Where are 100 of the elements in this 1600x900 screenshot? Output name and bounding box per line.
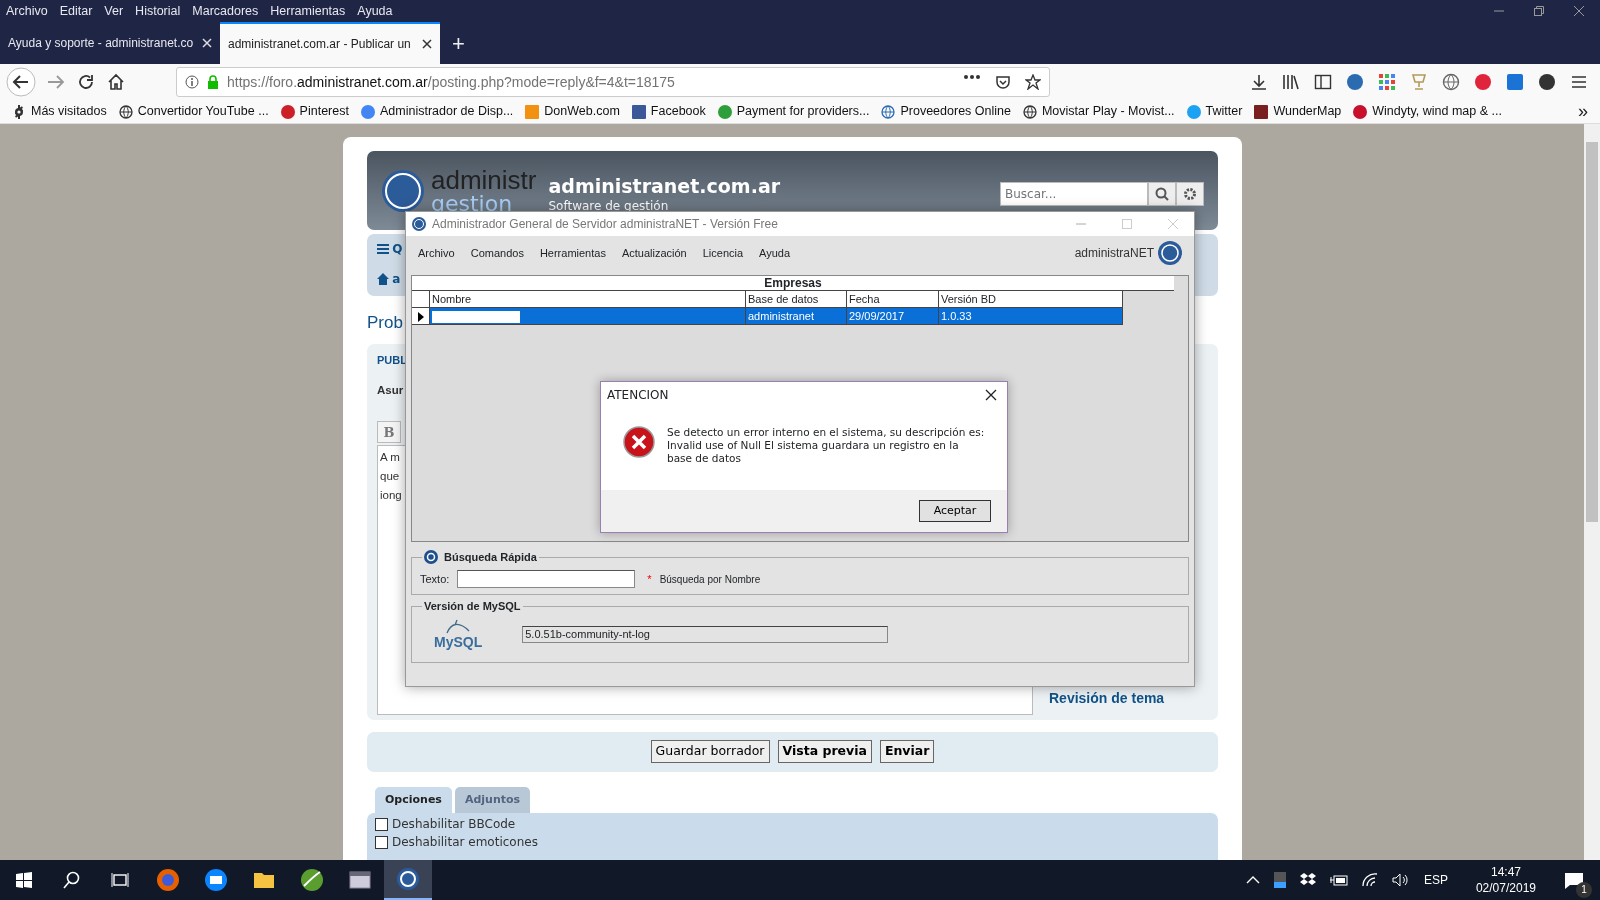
form-button[interactable]: Enviar [879,740,935,763]
bookmark[interactable]: Movistar Play - Movist... [1022,102,1175,121]
url-text: https://foro.administranet.com.ar/posting.php?mode=reply&f=4&t=18175 [227,72,675,92]
bookmark[interactable]: Twitter [1186,102,1243,121]
grid-icon[interactable] [1378,73,1396,91]
bookmark[interactable]: Payment for providers... [717,102,870,121]
back-icon[interactable] [6,67,36,97]
bookmark[interactable]: Más visitados [12,102,107,121]
clock-date[interactable]: 02/07/2019 [1475,880,1536,896]
browser-tab[interactable]: Ayuda y soporte - administranet.co [0,22,220,64]
mysql-logo-text: MySQL [434,635,483,649]
windows-icon [16,872,32,888]
circle-icon[interactable] [1346,73,1364,91]
pocket-icon[interactable] [995,74,1011,90]
globe-icon[interactable] [1442,73,1460,91]
required-mark: * [647,571,652,587]
menu-item[interactable]: Editar [59,1,93,21]
menu-icon[interactable] [1570,73,1588,91]
dropbox-icon[interactable] [1299,873,1316,887]
scrollbar[interactable] [1584,124,1600,862]
bookmark[interactable]: DonWeb.com [525,102,620,121]
browser-tab[interactable]: administranet.com.ar - Publicar un [220,22,440,64]
bookmark[interactable]: Pinterest [280,102,349,121]
accept-button[interactable]: Aceptar [919,500,991,522]
search-field[interactable]: Buscar... [1000,182,1148,206]
circle-icon[interactable] [1538,73,1556,91]
more-icon[interactable] [963,74,981,80]
bookmark[interactable]: Convertidor YouTube ... [118,102,269,121]
menu-item[interactable]: Ver [104,1,124,21]
info-icon[interactable] [185,75,199,89]
breadcrumb-link[interactable]: a [392,270,401,288]
logo-text: administr [431,166,537,193]
speaker-icon[interactable] [1391,873,1410,887]
bookmark[interactable]: Facebook [631,102,706,121]
checkbox[interactable] [375,835,388,849]
menu-item[interactable]: Herramientas [539,244,606,262]
form-button[interactable]: Vista previa [777,740,872,763]
battery-icon[interactable] [1329,874,1348,886]
task-view-icon [111,872,129,888]
taskbar-app[interactable] [384,860,432,900]
search-icon [424,550,438,564]
menu-item[interactable]: Archivo [6,1,48,21]
menu-item[interactable]: Historial [135,1,181,21]
column-header[interactable]: Nombre [430,291,746,308]
clock-time[interactable]: 14:47 [1475,864,1536,880]
restore-icon[interactable] [1534,6,1544,16]
search-button[interactable] [1148,182,1176,206]
envelope-icon [204,868,228,892]
nav-link[interactable]: Q [392,240,403,258]
menu-item[interactable]: Archivo [418,244,455,262]
grid-title: Empresas [412,276,1174,291]
group-title: Búsqueda Rápida [444,550,537,564]
download-icon[interactable] [1250,73,1268,91]
form-button[interactable]: Guardar borrador [650,740,770,763]
star-icon[interactable] [1025,74,1041,90]
menu-item[interactable]: Herramientas [270,1,346,21]
dialog-title: ATENCION [607,387,669,404]
sidebar-icon[interactable] [1314,73,1332,91]
bookmark[interactable]: Administrador de Disp... [360,102,514,121]
hint-text: Búsqueda por Nombre [659,572,761,587]
reload-icon[interactable] [76,72,96,92]
lock-icon[interactable] [207,75,219,89]
bookmark[interactable]: WunderMap [1254,102,1342,121]
wifi-icon[interactable] [1361,873,1378,887]
close-icon[interactable] [985,389,997,401]
overflow-chevron[interactable]: » [1578,98,1588,125]
square-icon[interactable] [1506,73,1524,91]
menu-item[interactable]: Ayuda [759,244,791,262]
text-field[interactable] [457,570,636,588]
menu-icon[interactable] [377,243,389,255]
address-bar[interactable]: https://foro.administranet.com.ar/posting.php?mode=reply&f=4&t=18175 [176,67,1050,97]
menu-item[interactable]: Comandos [470,244,524,262]
chevron-up-icon[interactable] [1245,876,1260,884]
column-header[interactable]: Fecha [847,291,939,308]
home-icon[interactable] [377,273,389,285]
bookmark[interactable]: Windyty, wind map & ... [1353,102,1502,121]
checkbox[interactable] [375,817,388,831]
section-title: PUBL [377,352,407,368]
table-cell: 1.0.33 [939,308,1123,325]
home-icon[interactable] [106,72,126,92]
checkbox-label: Deshabilitar BBCode [392,816,516,833]
language-indicator[interactable]: ESP [1423,871,1448,889]
menu-item[interactable]: Licencia [702,244,744,262]
trophy-icon[interactable] [1410,73,1428,91]
menu-item[interactable]: Actualización [621,244,687,262]
new-tab-button[interactable]: + [440,22,477,64]
menu-item[interactable]: Ayuda [357,1,393,21]
library-icon[interactable] [1282,73,1300,91]
bold-button[interactable]: B [377,421,401,444]
meter-icon[interactable] [1273,872,1286,888]
column-header[interactable]: Versión BD [939,291,1123,308]
bookmark[interactable]: Proveedores Online [881,102,1011,121]
close-icon[interactable] [422,39,432,49]
options-tab[interactable]: Opciones [375,786,452,813]
notification-icon[interactable] [1564,871,1584,890]
settings-button[interactable] [1176,182,1204,206]
field-label: Texto: [420,571,450,587]
grid-row[interactable]: administranet 29/09/2017 1.0.33 [412,308,1188,325]
column-header[interactable]: Base de datos [746,291,847,308]
menu-item[interactable]: Marcadores [192,1,259,21]
